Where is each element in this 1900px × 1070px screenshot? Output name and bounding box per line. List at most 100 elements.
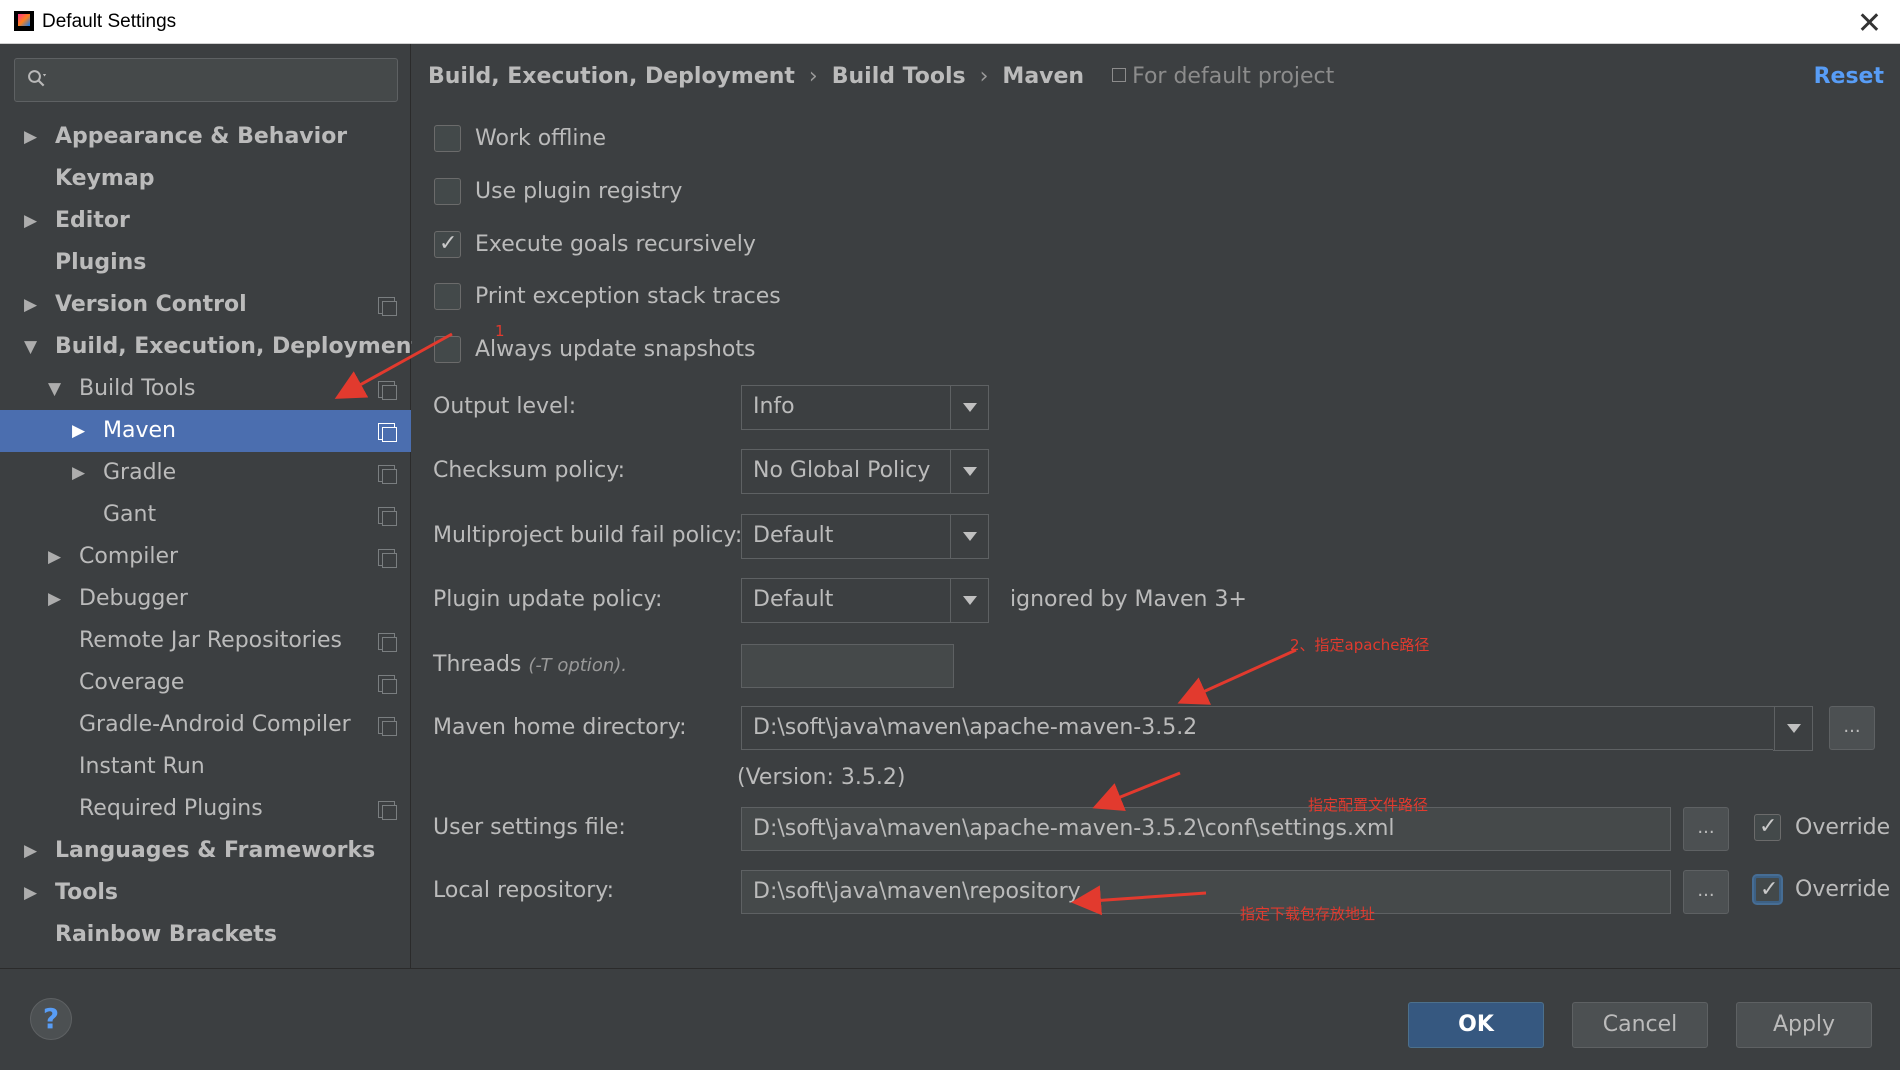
local-repository-label: Local repository: <box>433 878 615 903</box>
annotation-3: 指定配置文件路径 <box>1308 796 1429 814</box>
project-scope-icon <box>378 675 397 694</box>
project-scope-icon <box>1112 68 1127 82</box>
chevron-right-icon[interactable]: ▶ <box>24 200 37 242</box>
chevron-down-icon[interactable] <box>950 450 988 493</box>
breadcrumb-separator: › <box>808 64 818 89</box>
sidebar-item-version-control[interactable]: ▶ Version Control <box>0 284 411 326</box>
sidebar-item-remote-jar-repositories[interactable]: Remote Jar Repositories <box>0 620 411 662</box>
annotation-4: 指定下载包存放地址 <box>1240 905 1376 923</box>
sidebar-item-debugger[interactable]: ▶ Debugger <box>0 578 411 620</box>
chevron-right-icon[interactable]: ▶ <box>24 284 37 326</box>
sidebar-item-rainbow-brackets[interactable]: Rainbow Brackets <box>0 914 411 956</box>
sidebar-item-label: Plugins <box>55 250 147 275</box>
chevron-down-icon[interactable] <box>950 386 988 429</box>
local-repository-override-checkbox[interactable] <box>1754 875 1781 905</box>
sidebar-item-tools[interactable]: ▶ Tools <box>0 872 411 914</box>
plugin-registry-checkbox[interactable] <box>434 178 461 205</box>
sidebar-item-maven[interactable]: ▶ Maven <box>0 410 411 452</box>
sidebar-item-instant-run[interactable]: Instant Run <box>0 746 411 788</box>
select-value: No Global Policy <box>753 458 931 483</box>
sidebar-item-label: Compiler <box>79 544 179 569</box>
help-button[interactable]: ? <box>30 998 72 1040</box>
sidebar-item-label: Languages & Frameworks <box>55 838 376 863</box>
plugin-update-note: ignored by Maven 3+ <box>1010 587 1247 612</box>
multiproject-policy-label: Multiproject build fail policy: <box>433 523 743 548</box>
user-settings-browse-button[interactable]: ... <box>1683 807 1729 851</box>
project-scope-icon <box>378 381 397 400</box>
sidebar-item-required-plugins[interactable]: Required Plugins <box>0 788 411 830</box>
sidebar-item-build-execution-deployment[interactable]: ▼ Build, Execution, Deployment <box>0 326 422 368</box>
chevron-down-icon[interactable] <box>950 579 988 622</box>
override-label: Override <box>1795 815 1891 840</box>
threads-hint: (-T option). <box>528 655 627 676</box>
apply-button[interactable]: Apply <box>1736 1002 1872 1048</box>
sidebar-item-label: Debugger <box>79 586 188 611</box>
select-value: Info <box>753 394 795 419</box>
project-scope-icon <box>378 297 397 316</box>
local-repository-browse-button[interactable]: ... <box>1683 870 1729 914</box>
maven-home-browse-button[interactable]: ... <box>1829 706 1875 750</box>
chevron-right-icon[interactable]: ▶ <box>48 578 61 620</box>
chevron-right-icon[interactable]: ▶ <box>24 830 37 872</box>
project-scope-icon <box>378 465 397 484</box>
sidebar-item-label: Gradle <box>103 460 177 485</box>
reset-link[interactable]: Reset <box>1814 64 1884 89</box>
chevron-right-icon[interactable]: ▶ <box>24 872 37 914</box>
project-scope-icon <box>378 801 397 820</box>
maven-home-combo[interactable]: D:\soft\java\maven\apache-maven-3.5.2 <box>741 706 1812 750</box>
sidebar-item-plugins[interactable]: Plugins <box>0 242 411 284</box>
output-level-select[interactable]: Info <box>741 385 989 430</box>
sidebar-item-compiler[interactable]: ▶ Compiler <box>0 536 411 578</box>
chevron-right-icon[interactable]: ▶ <box>48 536 61 578</box>
work-offline-checkbox[interactable] <box>434 125 461 152</box>
sidebar-item-label: Gradle-Android Compiler <box>79 712 351 737</box>
sidebar-item-label: Rainbow Brackets <box>55 922 277 947</box>
chevron-down-icon[interactable] <box>1774 707 1812 750</box>
breadcrumb-item: Maven <box>1002 64 1085 89</box>
chevron-right-icon[interactable]: ▶ <box>72 452 85 494</box>
sidebar-item-gradle[interactable]: ▶ Gradle <box>0 452 411 494</box>
multiproject-policy-select[interactable]: Default <box>741 514 989 559</box>
maven-home-dropdown[interactable] <box>1773 706 1813 751</box>
sidebar-item-appearance-behavior[interactable]: ▶ Appearance & Behavior <box>0 116 411 158</box>
sidebar-item-languages-frameworks[interactable]: ▶ Languages & Frameworks <box>0 830 411 872</box>
select-value: Default <box>753 587 834 612</box>
update-snapshots-checkbox[interactable] <box>434 336 461 363</box>
print-exception-checkbox[interactable] <box>434 283 461 310</box>
user-settings-label: User settings file: <box>433 815 626 840</box>
settings-sidebar: ▶ Appearance & Behavior Keymap ▶ Editor Plugi… <box>0 44 422 968</box>
chevron-down-icon[interactable] <box>950 515 988 558</box>
close-icon[interactable]: ✕ <box>1857 6 1882 41</box>
checksum-policy-select[interactable]: No Global Policy <box>741 449 989 494</box>
sidebar-item-keymap[interactable]: Keymap <box>0 158 411 200</box>
sidebar-item-gradle-android-compiler[interactable]: Gradle-Android Compiler <box>0 704 411 746</box>
checkbox-label: Always update snapshots <box>475 337 756 362</box>
chevron-right-icon[interactable]: ▶ <box>24 116 37 158</box>
search-input[interactable] <box>14 58 398 102</box>
sidebar-item-build-tools[interactable]: ▼ Build Tools <box>0 368 411 410</box>
sidebar-item-label: Version Control <box>55 292 247 317</box>
chevron-down-icon[interactable]: ▼ <box>24 326 37 368</box>
project-scope-icon <box>378 717 397 736</box>
sidebar-item-coverage[interactable]: Coverage <box>0 662 411 704</box>
checkbox-label: Print exception stack traces <box>475 284 781 309</box>
user-settings-override-checkbox[interactable] <box>1754 812 1781 842</box>
cancel-button[interactable]: Cancel <box>1572 1002 1708 1048</box>
chevron-down-icon[interactable]: ▼ <box>48 368 61 410</box>
execute-goals-checkbox[interactable] <box>434 229 461 259</box>
local-repository-input[interactable]: D:\soft\java\maven\repository <box>741 870 1671 914</box>
plugin-update-policy-select[interactable]: Default <box>741 578 989 623</box>
input-value: D:\soft\java\maven\apache-maven-3.5.2\co… <box>753 816 1395 841</box>
user-settings-input[interactable]: D:\soft\java\maven\apache-maven-3.5.2\co… <box>741 807 1671 851</box>
threads-input[interactable] <box>741 644 954 688</box>
title-bar: Default Settings ✕ <box>0 0 1900 44</box>
annotation-1: 1 <box>495 322 505 340</box>
sidebar-item-editor[interactable]: ▶ Editor <box>0 200 411 242</box>
chevron-right-icon[interactable]: ▶ <box>72 410 85 452</box>
sidebar-item-gant[interactable]: Gant <box>0 494 411 536</box>
select-value: Default <box>753 523 834 548</box>
scope-label: For default project <box>1132 64 1335 89</box>
sidebar-item-label: Remote Jar Repositories <box>79 628 342 653</box>
output-level-label: Output level: <box>433 394 577 419</box>
ok-button[interactable]: OK <box>1408 1002 1544 1048</box>
